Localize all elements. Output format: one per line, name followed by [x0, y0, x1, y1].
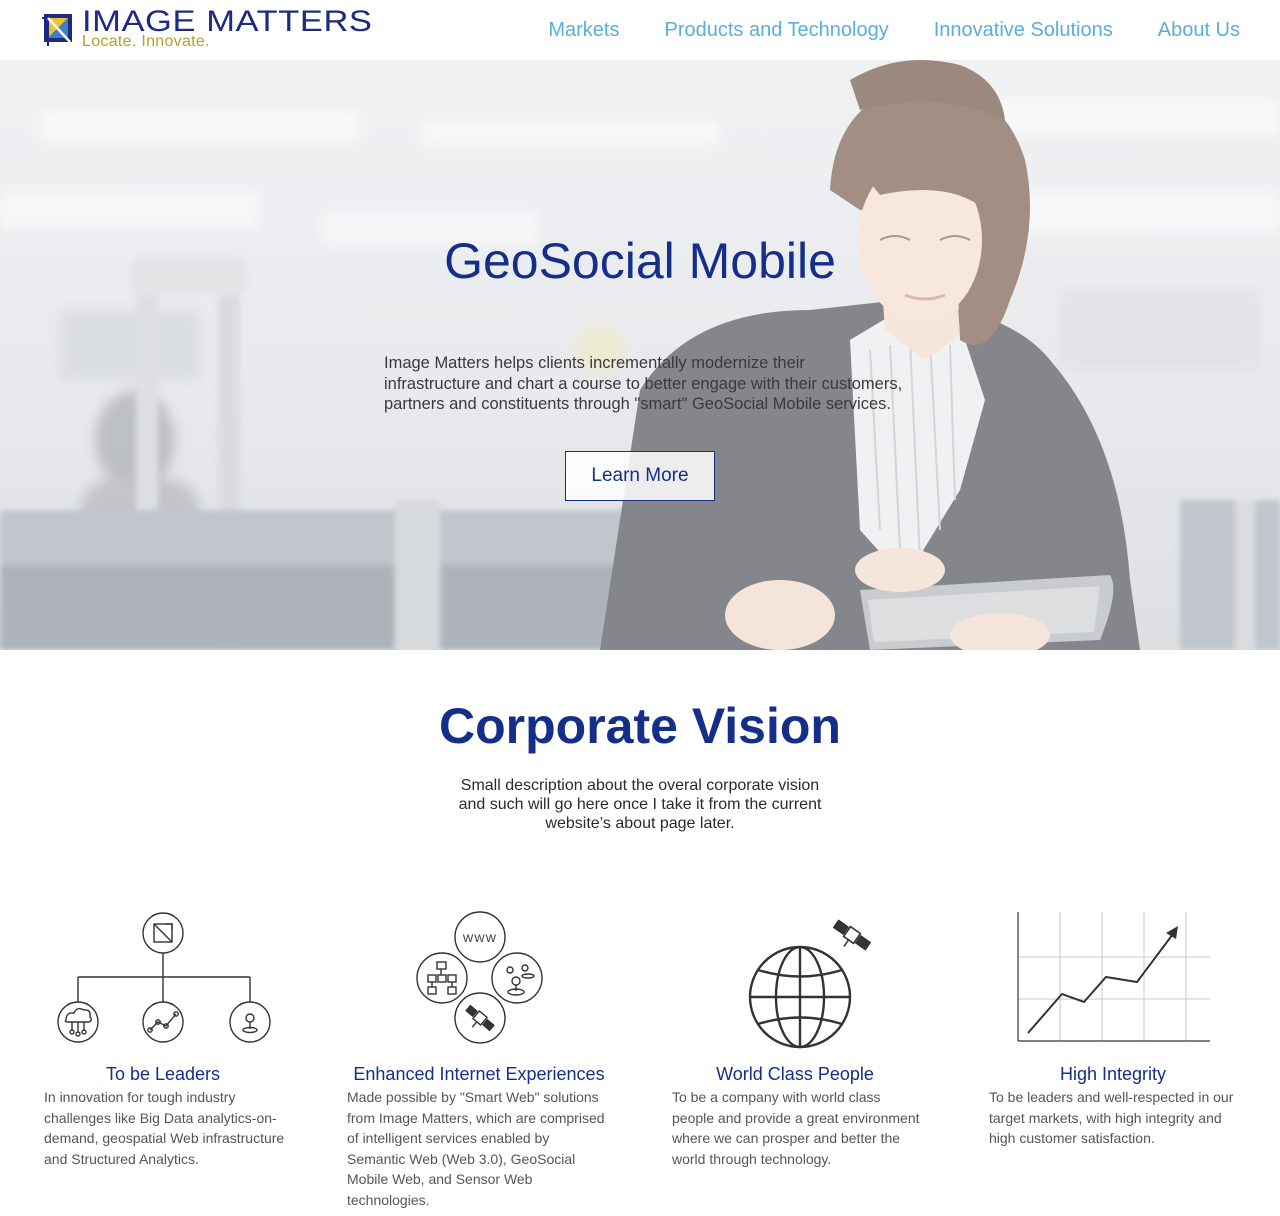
vision-title: Corporate Vision — [439, 698, 841, 754]
logo[interactable]: IMAGE MATTERS Locate. Innovate. — [40, 5, 400, 54]
feature-title-people: World Class People — [716, 1064, 874, 1084]
hero-description: Image Matters helps clients incrementall… — [384, 354, 903, 413]
feature-title-internet: Enhanced Internet Experiences — [353, 1064, 605, 1084]
nav-products-and-technology[interactable]: Products and Technology — [664, 19, 888, 42]
hero-banner: GeoSocial Mobile Image Matters helps cli… — [0, 60, 1280, 650]
logo-tagline: Locate. Innovate. — [82, 33, 210, 50]
vision-description: Small description about the overal corpo… — [458, 777, 822, 832]
hero-title: GeoSocial Mobile — [444, 233, 836, 289]
web-services-icon: WWW — [416, 911, 543, 1044]
globe-satellite-icon — [748, 919, 872, 1049]
learn-more-button[interactable]: Learn More — [565, 451, 715, 501]
feature-text-internet: Made possible by "Smart Web" solutions f… — [347, 1089, 605, 1208]
nav-innovative-solutions[interactable]: Innovative Solutions — [934, 19, 1113, 42]
feature-text-integrity: To be leaders and well-respected in our … — [989, 1089, 1234, 1146]
org-chart-icon — [57, 912, 271, 1043]
feature-title-leaders: To be Leaders — [105, 1064, 221, 1084]
svg-text:WWW: WWW — [463, 933, 497, 945]
nav-about-us[interactable]: About Us — [1158, 19, 1240, 42]
feature-text-people: To be a company with world class people … — [672, 1089, 920, 1167]
site-header: IMAGE MATTERS Locate. Innovate. Markets … — [0, 0, 1280, 60]
logo-mark-icon — [42, 14, 72, 46]
feature-text-leaders: In innovation for tough industry challen… — [44, 1089, 285, 1167]
nav-markets[interactable]: Markets — [548, 19, 619, 42]
growth-chart-icon — [1017, 912, 1210, 1042]
main-nav: Markets Products and Technology Innovati… — [548, 19, 1240, 42]
feature-title-integrity: High Integrity — [1059, 1064, 1167, 1084]
